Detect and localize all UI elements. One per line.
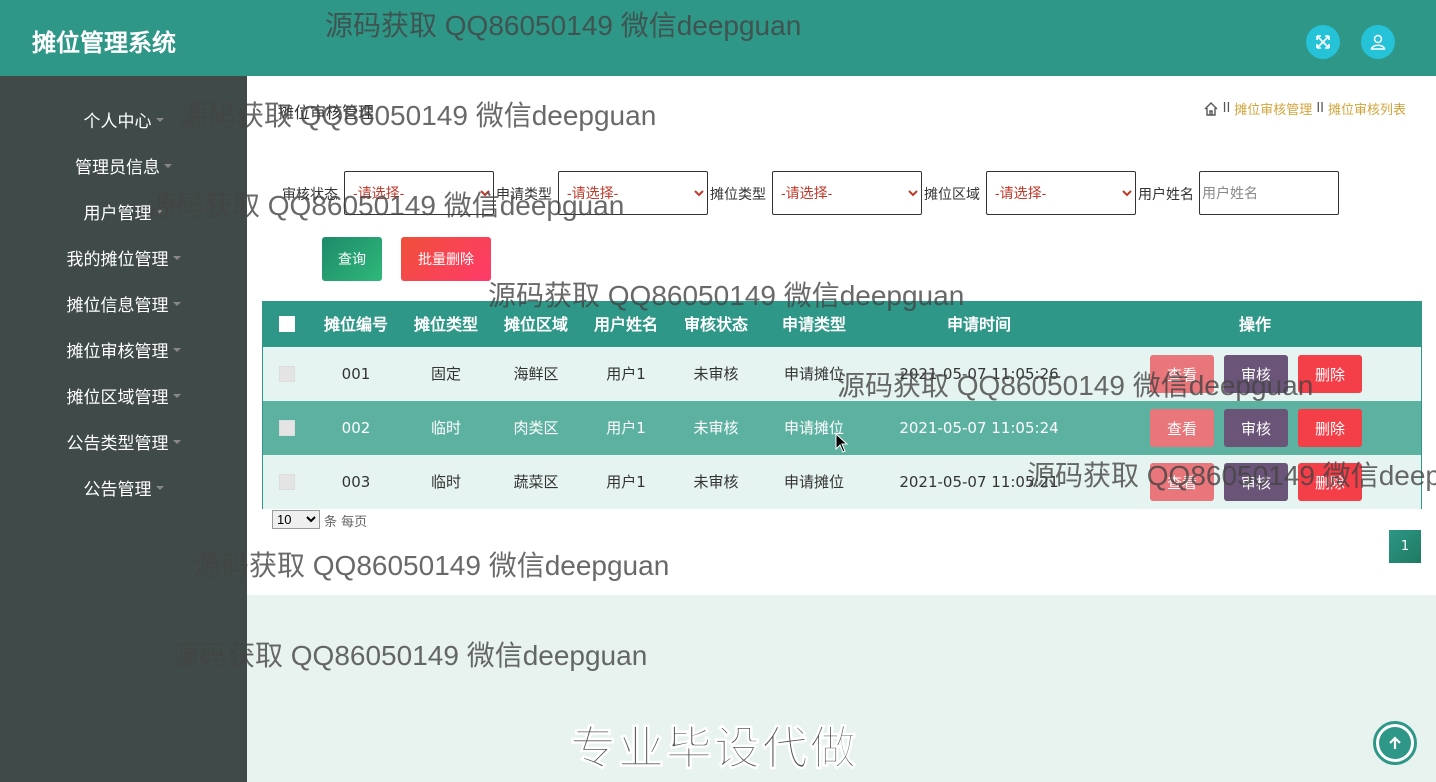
cell-user-name: 用户1 <box>606 365 646 383</box>
sidebar-item-notice-type[interactable]: 公告类型管理 <box>0 426 247 456</box>
cell-audit-status: 未审核 <box>693 365 739 383</box>
cell-stall-type: 固定 <box>430 365 461 383</box>
cell-audit-status: 未审核 <box>693 419 739 437</box>
view-button[interactable]: 查看 <box>1150 409 1214 447</box>
caret-down-icon <box>172 302 181 306</box>
stall-type-label: 摊位类型 <box>710 187 766 203</box>
cell-stall-area: 海鲜区 <box>513 365 559 383</box>
sidebar-item-label: 摊位区域管理 <box>66 387 169 408</box>
cell-apply-time: 2021-05-07 11:05:24 <box>899 419 1059 437</box>
sidebar-item-label: 公告管理 <box>83 479 152 500</box>
caret-down-icon <box>164 164 172 168</box>
mouse-cursor-icon <box>835 433 849 453</box>
watermark-text: 源码获取 QQ86050149 微信deepguan <box>325 10 802 41</box>
page-button-current[interactable]: 1 <box>1389 530 1421 563</box>
sidebar-item-stall-info[interactable]: 摊位信息管理 <box>0 288 247 318</box>
breadcrumb-separator: II <box>1316 101 1324 116</box>
page-size-select[interactable]: 10 <box>272 510 320 529</box>
cell-stall-type: 临时 <box>430 473 461 491</box>
cell-stall-id: 003 <box>341 473 371 491</box>
watermark-text: 源码获取 QQ86050149 微信deepguan <box>193 550 670 581</box>
watermark-text: 源码获取 QQ86050149 微信deepguan <box>180 100 657 131</box>
sidebar-item-label: 我的摊位管理 <box>66 249 169 270</box>
audit-button[interactable]: 审核 <box>1224 409 1288 447</box>
col-stall-id: 摊位编号 <box>323 315 388 334</box>
caret-down-icon <box>172 394 181 398</box>
cell-apply-type: 申请摊位 <box>783 473 844 491</box>
arrow-up-icon <box>1379 727 1411 759</box>
cell-stall-type: 临时 <box>430 419 461 437</box>
sidebar-item-label: 摊位信息管理 <box>66 295 169 316</box>
row-checkbox[interactable] <box>279 366 295 382</box>
breadcrumb-separator: II <box>1222 101 1231 116</box>
cell-stall-area: 蔬菜区 <box>513 473 559 491</box>
cell-stall-area: 肉类区 <box>513 419 559 437</box>
row-checkbox[interactable] <box>279 474 295 490</box>
caret-down-icon <box>172 440 181 444</box>
sidebar-item-stall-audit[interactable]: 摊位审核管理 <box>0 334 247 364</box>
caret-down-icon <box>172 348 181 352</box>
batch-delete-button[interactable]: 批量删除 <box>401 237 491 281</box>
home-icon[interactable] <box>1203 101 1219 117</box>
select-all-checkbox[interactable] <box>279 316 295 332</box>
col-actions: 操作 <box>1238 315 1271 334</box>
app-title: 摊位管理系统 <box>32 29 176 57</box>
sidebar-item-admin-info[interactable]: 管理员信息 <box>0 150 247 180</box>
sidebar: 个人中心 管理员信息 用户管理 我的摊位管理 摊位信息管理 摊位审核管理 摊位区… <box>0 76 247 782</box>
cell-user-name: 用户1 <box>606 473 646 491</box>
fullscreen-icon <box>1316 35 1330 49</box>
cell-stall-id: 001 <box>341 365 371 383</box>
sidebar-item-my-stalls[interactable]: 我的摊位管理 <box>0 242 247 272</box>
stall-area-label: 摊位区域 <box>924 187 980 203</box>
sidebar-item-notice-management[interactable]: 公告管理 <box>0 472 247 502</box>
sidebar-item-label: 公告类型管理 <box>66 433 169 454</box>
breadcrumb-level1[interactable]: 摊位审核管理 <box>1234 99 1312 118</box>
breadcrumb: II 摊位审核管理 II 摊位审核列表 <box>1203 99 1406 118</box>
user-icon <box>1370 34 1386 50</box>
caret-down-icon <box>172 256 181 260</box>
cell-user-name: 用户1 <box>606 419 646 437</box>
watermark-text: 源码获取 QQ86050149 微信deepguan <box>148 190 625 221</box>
back-to-top-button[interactable] <box>1373 721 1417 765</box>
user-name-input[interactable] <box>1199 171 1339 215</box>
row-checkbox[interactable] <box>279 420 295 436</box>
caret-down-icon <box>155 118 164 122</box>
sidebar-item-label: 个人中心 <box>83 111 152 132</box>
sidebar-item-stall-area[interactable]: 摊位区域管理 <box>0 380 247 410</box>
fullscreen-button[interactable] <box>1306 25 1340 59</box>
watermark-banner: 专业毕设代做 <box>570 721 858 776</box>
stall-type-select[interactable]: -请选择- <box>772 171 922 215</box>
user-profile-button[interactable] <box>1361 25 1395 59</box>
user-name-label: 用户姓名 <box>1138 187 1194 203</box>
per-page-text: 条 每页 <box>324 515 368 530</box>
breadcrumb-level2: 摊位审核列表 <box>1327 103 1406 118</box>
watermark-text: 源码获取 QQ86050149 微信deepguan <box>1027 460 1436 491</box>
sidebar-item-label: 摊位审核管理 <box>66 341 169 362</box>
cell-audit-status: 未审核 <box>693 473 739 491</box>
sidebar-item-label: 管理员信息 <box>75 157 160 178</box>
delete-button[interactable]: 删除 <box>1298 409 1362 447</box>
cell-stall-id: 002 <box>341 419 371 437</box>
cell-apply-type: 申请摊位 <box>783 419 844 437</box>
watermark-text: 源码获取 QQ86050149 微信deepguan <box>171 640 648 671</box>
query-button[interactable]: 查询 <box>322 237 382 281</box>
sidebar-item-label: 用户管理 <box>83 203 152 224</box>
watermark-text: 源码获取 QQ86050149 微信deepguan <box>837 370 1314 401</box>
col-stall-type: 摊位类型 <box>413 315 478 334</box>
stall-area-select[interactable]: -请选择- <box>986 171 1136 215</box>
caret-down-icon <box>155 486 164 490</box>
watermark-text: 源码获取 QQ86050149 微信deepguan <box>488 280 965 311</box>
